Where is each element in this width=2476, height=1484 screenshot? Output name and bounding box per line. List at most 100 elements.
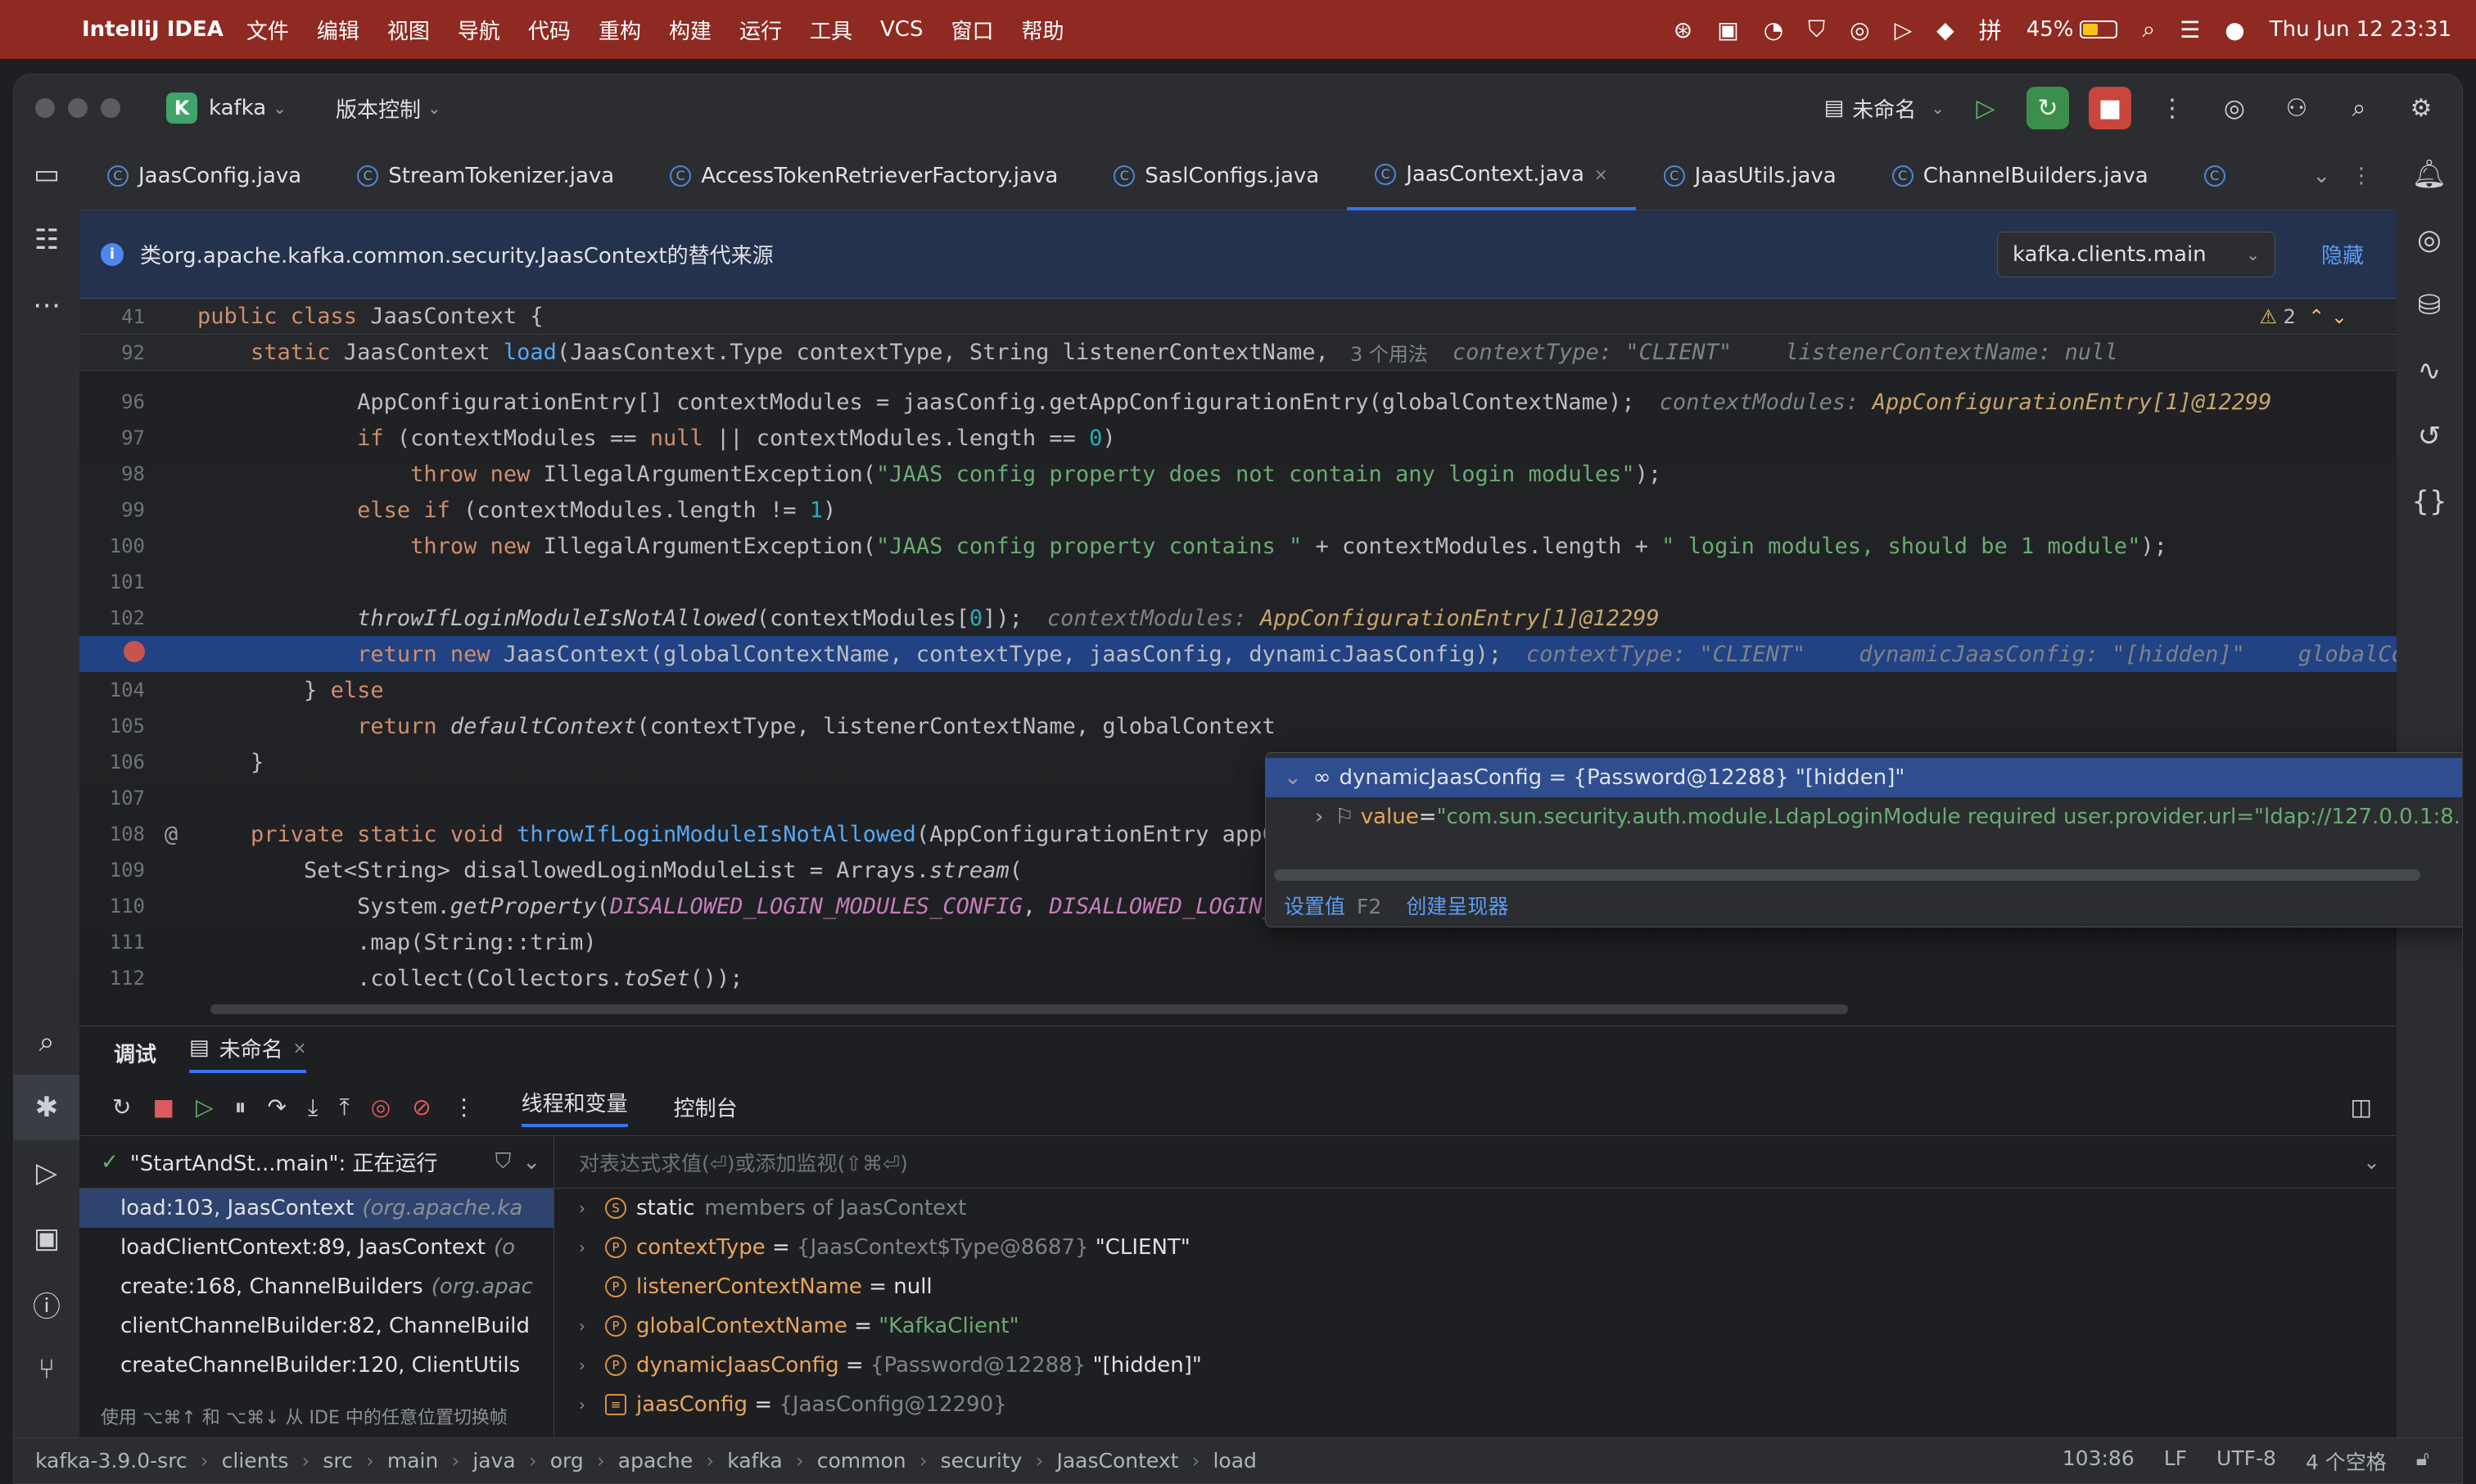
menu-code[interactable]: 代码 — [528, 15, 571, 45]
k-app-icon[interactable]: ▣ — [1717, 16, 1738, 43]
tab-console[interactable]: 控制台 — [674, 1092, 738, 1122]
variable-row[interactable]: PlistenerContextName = null — [554, 1267, 2397, 1306]
filter-icon[interactable]: ⛉ — [495, 1149, 512, 1175]
hide-banner-link[interactable]: 隐藏 — [2321, 239, 2364, 269]
menu-file[interactable]: 文件 — [246, 15, 289, 45]
breakpoint-icon[interactable] — [124, 641, 145, 662]
swirl-icon[interactable]: ◎ — [1850, 16, 1869, 43]
history-icon[interactable]: ↺ — [2397, 404, 2462, 469]
ai-chat-icon[interactable]: ◎ — [2397, 207, 2462, 273]
step-into-icon[interactable]: ⤓ — [308, 1094, 318, 1121]
sticky-line[interactable]: 92 static JaasContext load(JaasContext.T… — [79, 335, 2397, 371]
stack-frame[interactable]: create:168, ChannelBuilders (org.apac — [79, 1267, 553, 1306]
rerun-button[interactable]: ↻ — [2026, 87, 2069, 129]
menu-refactor[interactable]: 重构 — [599, 15, 641, 45]
close-icon[interactable]: × — [1594, 165, 1608, 184]
menu-window[interactable]: 窗口 — [951, 15, 993, 45]
problems-icon[interactable]: ⓘ — [14, 1271, 79, 1337]
tab-overflow[interactable]: C — [2176, 142, 2253, 210]
resume-program-icon[interactable]: ▷ — [196, 1094, 214, 1121]
run-icon[interactable]: ▷ — [14, 1140, 79, 1206]
close-icon[interactable]: × — [293, 1038, 307, 1058]
pause-icon[interactable]: ⏸ — [234, 1094, 246, 1121]
variable-row[interactable]: › PdynamicJaasConfig = {Password@12288} "… — [554, 1346, 2397, 1385]
variable-row[interactable]: › ≡ jaasConfig = {JaasConfig@12290} — [554, 1385, 2397, 1424]
breadcrumb-item[interactable]: kafka — [727, 1449, 783, 1473]
popup-value-row[interactable]: › ⚐ value = "com.sun.security.auth.modul… — [1266, 797, 2462, 837]
usages-hint[interactable]: 3 个用法 — [1350, 338, 1428, 367]
structure-icon[interactable]: ☷ — [14, 207, 79, 273]
line-separator[interactable]: LF — [2164, 1446, 2187, 1476]
evaluate-expression-input[interactable]: 对表达式求值(⏎)或添加监视(⇧⌘⏎) ⌄ — [554, 1136, 2397, 1189]
shield-icon[interactable]: ⛉ — [1808, 16, 1825, 43]
play-icon[interactable]: ▷ — [1895, 16, 1913, 43]
vcs-menu[interactable]: 版本控制 — [336, 93, 421, 124]
thread-selector[interactable]: ✓ "StartAndSt...main": 正在运行 ⛉ ⌄ — [79, 1136, 553, 1189]
menu-build[interactable]: 构建 — [669, 15, 712, 45]
breadcrumb-item[interactable]: security — [941, 1449, 1023, 1473]
tab-list-icon[interactable]: ⌄ ⋮ — [2312, 164, 2397, 188]
openai-icon[interactable]: ⊛ — [1674, 16, 1692, 43]
menu-vcs[interactable]: VCS — [880, 17, 923, 42]
lock-icon[interactable]: 🔓︎ — [2416, 1446, 2429, 1476]
step-over-icon[interactable]: ↷ — [268, 1094, 287, 1121]
diamond-icon[interactable]: ◆ — [1936, 16, 1954, 43]
resume-icon[interactable]: ▷ — [1964, 87, 2007, 129]
sticky-line[interactable]: 41 public class JaasContext { ⚠ 2 ⌃ ⌄ — [79, 299, 2397, 335]
variable-row[interactable]: › PcontextType = {JaasContext$Type@8687} … — [554, 1228, 2397, 1267]
menu-navigate[interactable]: 导航 — [458, 15, 500, 45]
create-renderer-link[interactable]: 创建呈现器 — [1406, 891, 1508, 920]
folder-icon[interactable]: ▭ — [14, 142, 79, 207]
tab-jaasutils[interactable]: C JaasUtils.java — [1636, 142, 1864, 210]
debug-icon[interactable]: ✱ — [14, 1075, 79, 1140]
clock[interactable]: Thu Jun 12 23:31 — [2270, 17, 2451, 42]
siri-icon[interactable]: ● — [2225, 16, 2244, 43]
zoom-window-button[interactable] — [101, 98, 120, 118]
breadcrumb-item[interactable]: main — [387, 1449, 438, 1473]
chevron-right-icon[interactable]: › — [579, 1395, 595, 1414]
stop-button[interactable]: ■ — [2089, 87, 2131, 129]
terminal-icon[interactable]: ▣ — [14, 1206, 79, 1271]
breadcrumb-item[interactable]: java — [472, 1449, 515, 1473]
more-tools-icon[interactable]: ⋯ — [14, 273, 79, 338]
variable-row[interactable]: › Sstatic members of JaasContext — [554, 1189, 2397, 1228]
view-breakpoints-icon[interactable]: ◎ — [371, 1094, 391, 1121]
current-execution-line[interactable]: return new JaasContext(globalContextName… — [79, 636, 2397, 672]
breadcrumb-item[interactable]: clients — [222, 1449, 289, 1473]
stack-frame[interactable]: load:103, JaasContext (org.apache.ka — [79, 1189, 553, 1228]
step-out-icon[interactable]: ⤒ — [339, 1094, 349, 1121]
breadcrumb-item[interactable]: org — [550, 1449, 584, 1473]
battery-indicator[interactable]: 45% — [2026, 17, 2118, 42]
input-method[interactable]: 拼 — [1979, 13, 2002, 46]
tab-threads-variables[interactable]: 线程和变量 — [521, 1087, 628, 1127]
breadcrumb-item[interactable]: load — [1213, 1449, 1256, 1473]
menu-tools[interactable]: 工具 — [810, 15, 852, 45]
module-select[interactable]: kafka.clients.main ⌄ — [1996, 231, 2275, 277]
git-icon[interactable]: ⑂ — [14, 1337, 79, 1402]
indent-setting[interactable]: 4 个空格 — [2306, 1446, 2387, 1476]
stop-icon[interactable]: ■ — [152, 1094, 174, 1121]
chevron-right-icon[interactable]: › — [579, 1316, 595, 1336]
file-encoding[interactable]: UTF-8 — [2216, 1446, 2276, 1476]
popup-root-row[interactable]: ⌄ ∞ dynamicJaasConfig = {Password@12288}… — [1266, 758, 2462, 797]
chevron-right-icon[interactable]: › — [579, 1355, 595, 1375]
run-config-selector[interactable]: ▤ 未命名 ⌄ — [1824, 93, 1945, 124]
caret-position[interactable]: 103:86 — [2063, 1446, 2135, 1476]
menu-help[interactable]: 帮助 — [1021, 15, 1064, 45]
chevron-down-icon[interactable]: ⌄ — [2363, 1150, 2380, 1174]
layout-icon[interactable]: ◫ — [2351, 1094, 2372, 1121]
timer-icon[interactable]: ◔ — [1764, 16, 1783, 43]
breadcrumb-item[interactable]: JaasContext — [1056, 1449, 1178, 1473]
database-icon[interactable]: ⛁ — [2397, 273, 2462, 338]
stack-frame[interactable]: createChannelBuilder:120, ClientUtils — [79, 1346, 553, 1385]
control-center-icon[interactable]: ☰ — [2180, 16, 2200, 43]
tab-saslconfigs[interactable]: C SaslConfigs.java — [1086, 142, 1347, 210]
stack-frame[interactable]: clientChannelBuilder:82, ChannelBuild — [79, 1306, 553, 1346]
search-icon[interactable]: ⌕ — [2338, 87, 2380, 129]
menu-run[interactable]: 运行 — [739, 15, 782, 45]
set-value-link[interactable]: 设置值 F2 — [1284, 891, 1381, 920]
breadcrumb-item[interactable]: kafka-3.9.0-src — [35, 1449, 188, 1473]
popup-scrollbar[interactable] — [1274, 869, 2420, 881]
project-badge[interactable]: K — [166, 92, 197, 124]
chevron-right-icon[interactable]: › — [1315, 805, 1323, 829]
